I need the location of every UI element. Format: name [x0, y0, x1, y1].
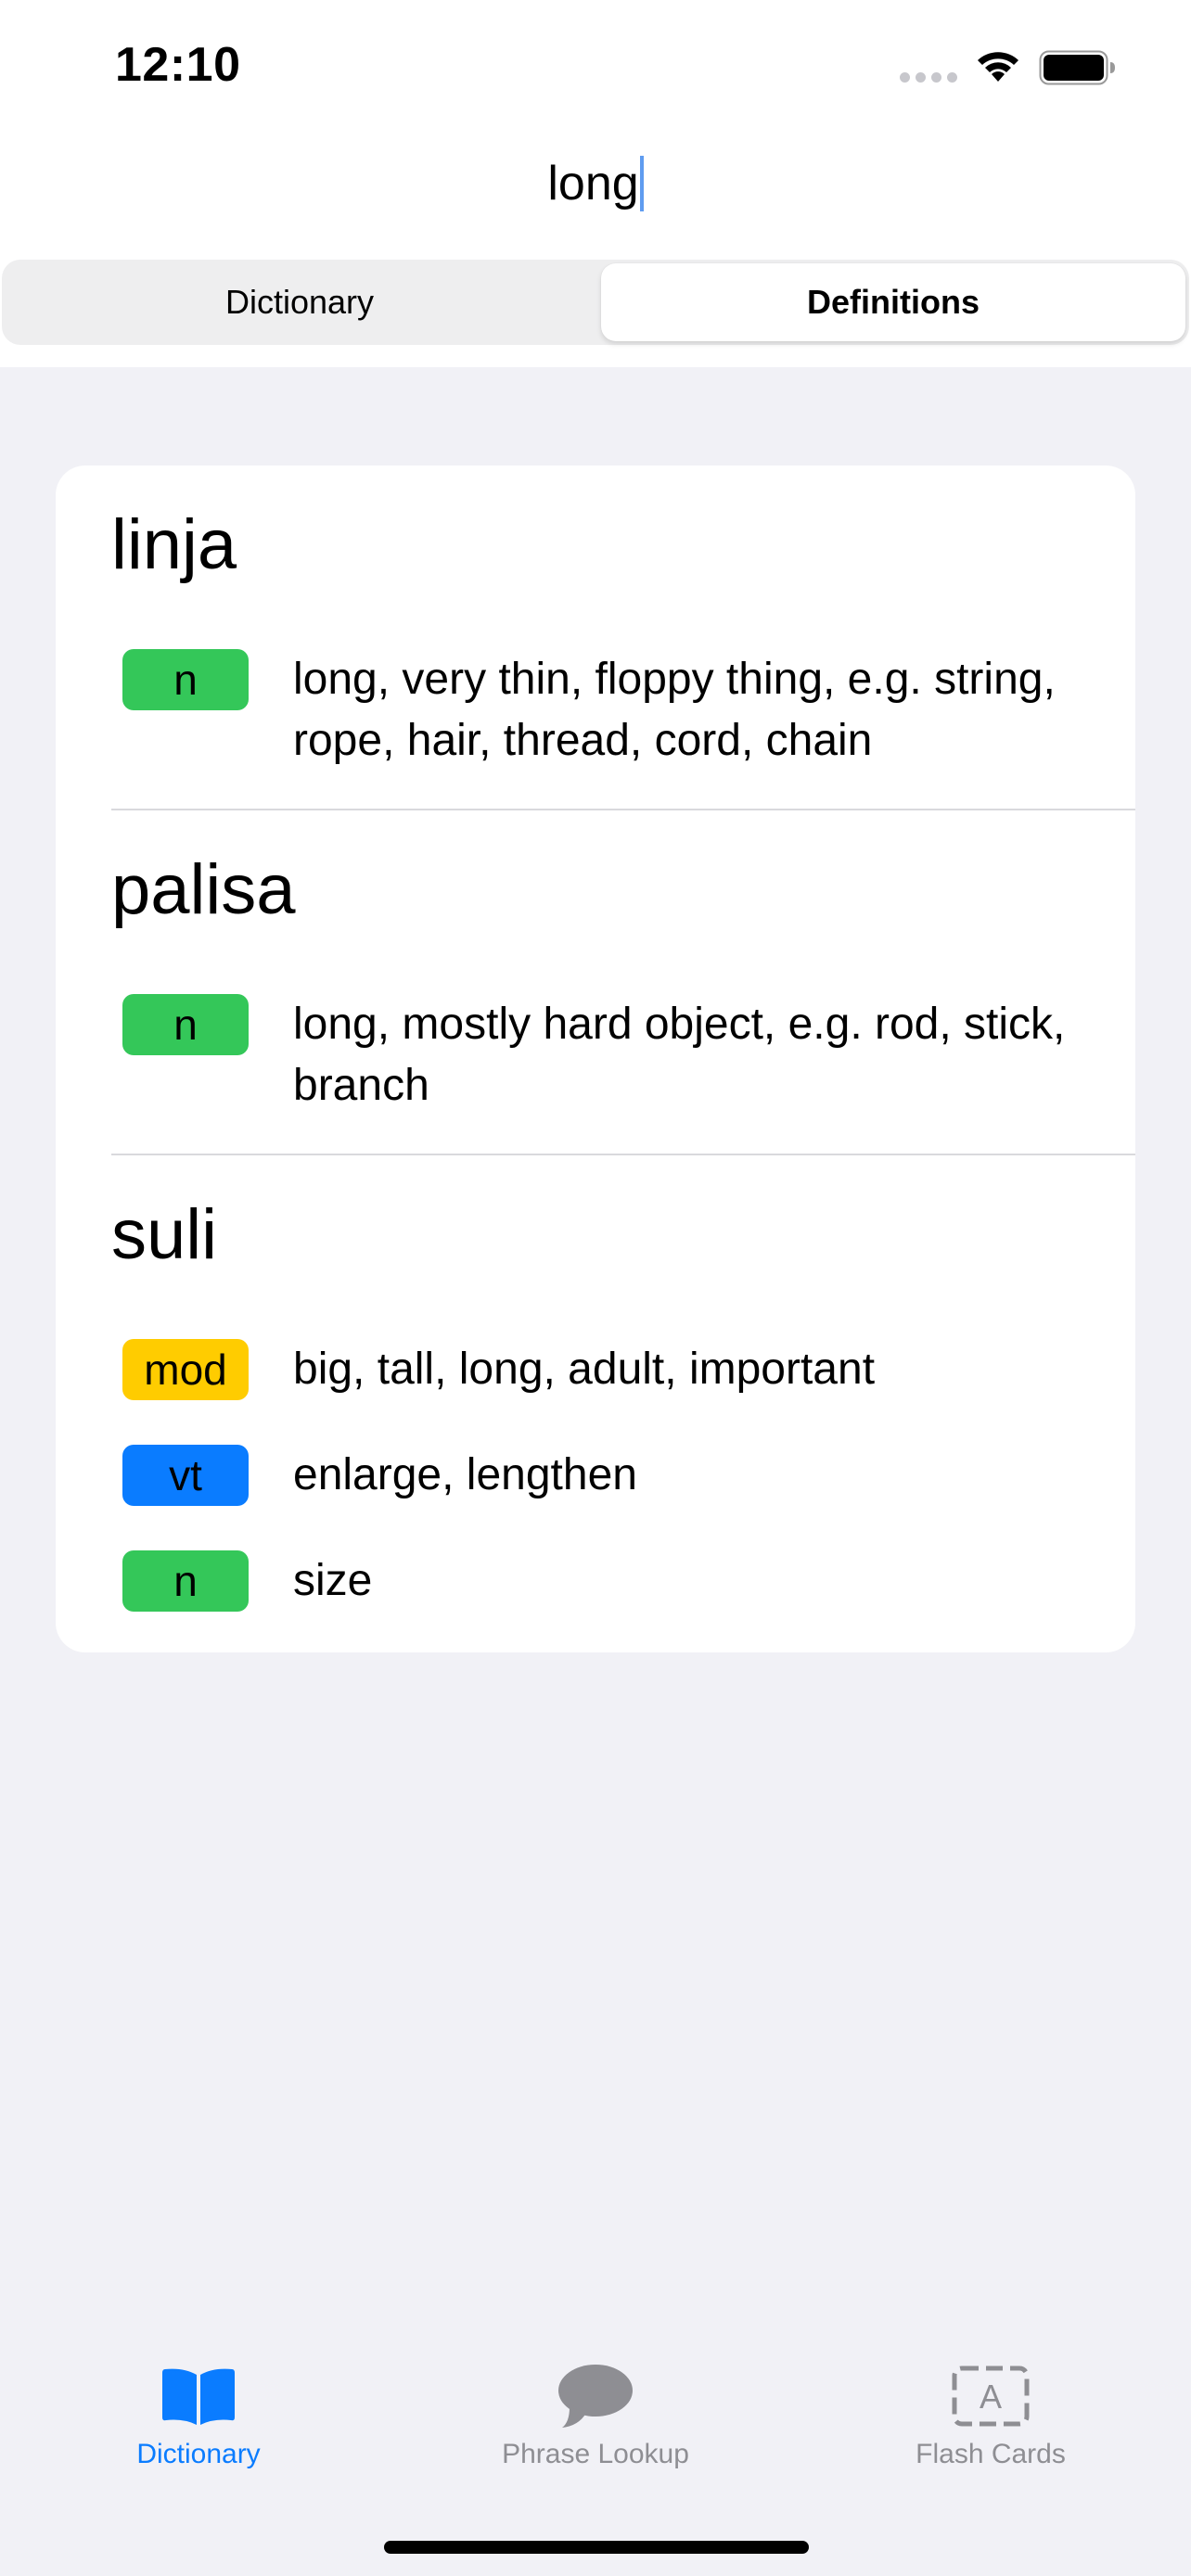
battery-icon — [1039, 50, 1115, 85]
search-input-value: long — [547, 157, 639, 210]
text-caret — [639, 156, 644, 211]
tab-label: Phrase Lookup — [502, 2439, 689, 2469]
pos-badge: vt — [122, 1445, 249, 1506]
home-indicator[interactable] — [384, 2541, 809, 2554]
definition-row: n long, mostly hard object, e.g. rod, st… — [122, 994, 1091, 1116]
pos-badge: n — [122, 649, 249, 710]
book-icon — [157, 2363, 240, 2429]
definition-text: long, mostly hard object, e.g. rod, stic… — [293, 1000, 1066, 1110]
search-input[interactable]: long — [278, 139, 913, 228]
tab-label: Flash Cards — [916, 2439, 1066, 2469]
definition-row: vt enlarge, lengthen — [122, 1445, 1091, 1506]
definition-text: enlarge, lengthen — [293, 1450, 637, 1499]
wifi-icon — [978, 52, 1018, 82]
definition-text: long, very thin, floppy thing, e.g. stri… — [293, 655, 1056, 765]
speech-bubble-icon — [554, 2363, 637, 2429]
pos-badge: mod — [122, 1339, 249, 1400]
segment-dictionary[interactable]: Dictionary — [6, 263, 594, 341]
segment-definitions[interactable]: Definitions — [601, 263, 1185, 341]
divider — [111, 809, 1135, 810]
definition-row: n long, very thin, floppy thing, e.g. st… — [122, 649, 1091, 772]
tab-dictionary[interactable]: Dictionary — [50, 2363, 347, 2470]
tab-flash-cards[interactable]: A Flash Cards — [842, 2363, 1139, 2470]
segmented-control: Dictionary Definitions — [2, 260, 1189, 345]
definition-row: mod big, tall, long, adult, important — [122, 1339, 1091, 1400]
entry-word: palisa — [111, 850, 296, 929]
definition-row: n size — [122, 1550, 1091, 1612]
pos-badge: n — [122, 1550, 249, 1612]
status-bar: 12:10 — [0, 0, 1191, 130]
divider — [111, 1154, 1135, 1155]
entry-word: linja — [111, 505, 237, 584]
tab-phrase-lookup[interactable]: Phrase Lookup — [447, 2363, 744, 2470]
svg-text:A: A — [980, 2378, 1002, 2416]
results-card: linja n long, very thin, floppy thing, e… — [56, 465, 1135, 1652]
definition-text: size — [293, 1556, 373, 1605]
header-area: 12:10 long Dictionary Definitions — [0, 0, 1191, 367]
definition-text: big, tall, long, adult, important — [293, 1345, 876, 1394]
pos-badge: n — [122, 994, 249, 1055]
status-time: 12:10 — [115, 38, 241, 92]
tab-label: Dictionary — [136, 2439, 261, 2469]
entry-word: suli — [111, 1195, 218, 1274]
cellular-signal-icon — [900, 72, 957, 83]
flash-card-icon: A — [949, 2363, 1032, 2429]
